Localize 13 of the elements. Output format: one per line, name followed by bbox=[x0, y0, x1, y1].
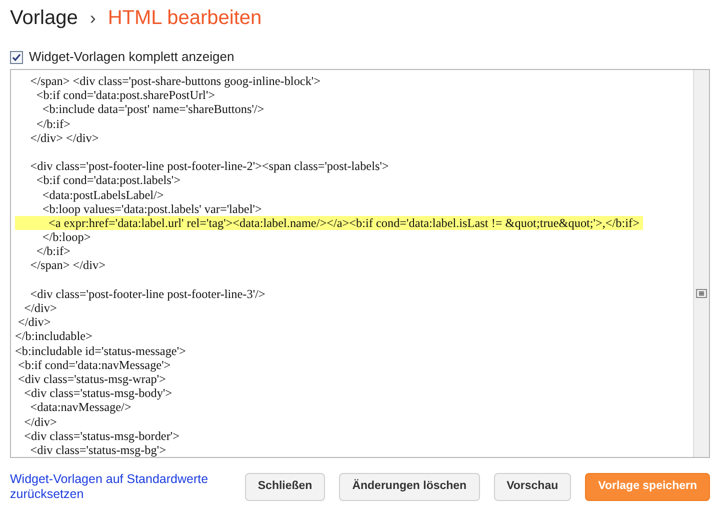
code-editor[interactable] bbox=[10, 69, 710, 458]
grip-icon bbox=[696, 289, 707, 298]
checkmark-icon bbox=[12, 52, 21, 62]
checkbox[interactable] bbox=[10, 50, 23, 64]
action-button[interactable]: Änderungen löschen bbox=[339, 473, 480, 501]
checkbox-label: Widget-Vorlagen komplett anzeigen bbox=[29, 48, 234, 66]
action-button[interactable]: Schließen bbox=[244, 473, 326, 501]
breadcrumb-separator: › bbox=[90, 6, 96, 30]
breadcrumb-parent[interactable]: Vorlage bbox=[10, 3, 78, 33]
reset-link[interactable]: Widget-Vorlagen auf Standardwerte zurücksetzen bbox=[10, 472, 225, 502]
action-button[interactable]: Vorschau bbox=[494, 473, 572, 501]
page-title: HTML bearbeiten bbox=[108, 6, 262, 31]
scrollbar[interactable] bbox=[693, 70, 709, 457]
